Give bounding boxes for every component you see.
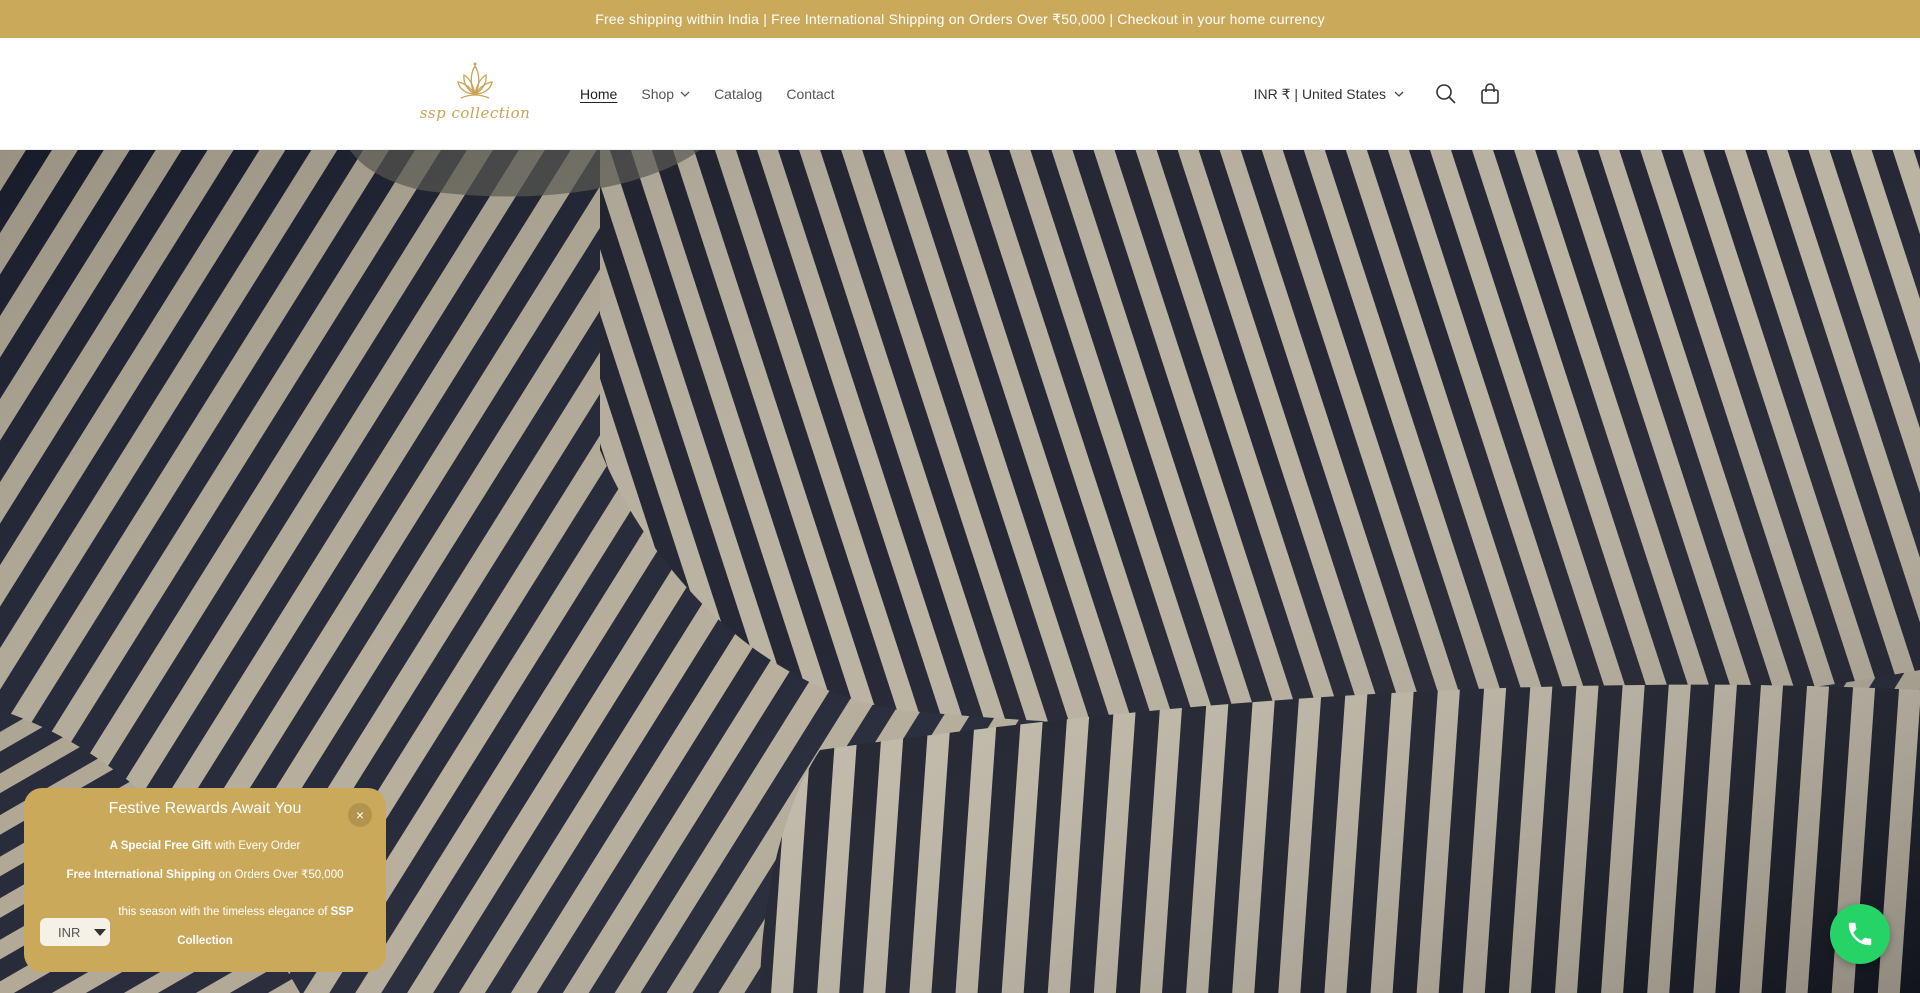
cart-icon	[1481, 83, 1499, 104]
search-button[interactable]	[1424, 72, 1468, 116]
cart-button[interactable]	[1468, 72, 1512, 116]
popup-line-elegance-text: this season with the timeless elegance o…	[118, 906, 331, 918]
popup-line-gift-rest: with Every Order	[211, 840, 301, 852]
caret-down-icon	[94, 928, 107, 936]
whatsapp-button[interactable]	[1830, 904, 1890, 964]
popup-line-gift: A Special Free Gift with Every Order	[24, 832, 386, 861]
main-nav: Home Shop Catalog Contact	[568, 38, 847, 150]
popup-close-button[interactable]: ×	[348, 803, 372, 827]
currency-selector[interactable]: INR ₹ | United States	[1254, 86, 1404, 103]
announcement-bar: Free shipping within India | Free Intern…	[0, 0, 1920, 38]
popup-title: Festive Rewards Await You	[108, 800, 302, 817]
header-actions: INR ₹ | United States	[1254, 38, 1512, 150]
nav-catalog[interactable]: Catalog	[702, 86, 774, 102]
site-logo[interactable]: ssp collection	[415, 62, 535, 126]
festive-rewards-popup: Festive Rewards Await You × A Special Fr…	[24, 788, 386, 972]
search-icon	[1436, 84, 1456, 104]
lotus-logo-icon	[457, 62, 493, 99]
nav-shop-label: Shop	[641, 86, 675, 102]
popup-line-shipping: Free International Shipping on Orders Ov…	[24, 861, 386, 890]
nav-catalog-label: Catalog	[714, 86, 763, 102]
nav-contact-label: Contact	[786, 86, 835, 102]
nav-home[interactable]: Home	[568, 86, 629, 102]
popup-line-shipping-bold: Free International Shipping	[66, 869, 216, 881]
close-icon: ×	[355, 807, 365, 823]
nav-home-label: Home	[580, 86, 618, 102]
popup-line-shipping-rest: on Orders Over ₹50,000	[215, 869, 344, 881]
site-header: ssp collection Home Shop Catalog Contact…	[0, 38, 1920, 150]
nav-shop[interactable]: Shop	[629, 86, 702, 102]
whatsapp-icon	[1848, 922, 1872, 946]
currency-label: INR ₹ | United States	[1253, 85, 1386, 102]
logo-text: ssp collection	[419, 104, 531, 122]
nav-contact[interactable]: Contact	[774, 86, 846, 102]
currency-dropdown[interactable]: INR	[40, 918, 110, 946]
announcement-text: Free shipping within India | Free Intern…	[595, 10, 1325, 27]
chevron-down-icon	[680, 91, 690, 97]
chevron-down-icon	[1394, 91, 1404, 97]
currency-dropdown-value: INR	[58, 924, 81, 940]
popup-line-gift-bold: A Special Free Gift	[109, 840, 212, 852]
